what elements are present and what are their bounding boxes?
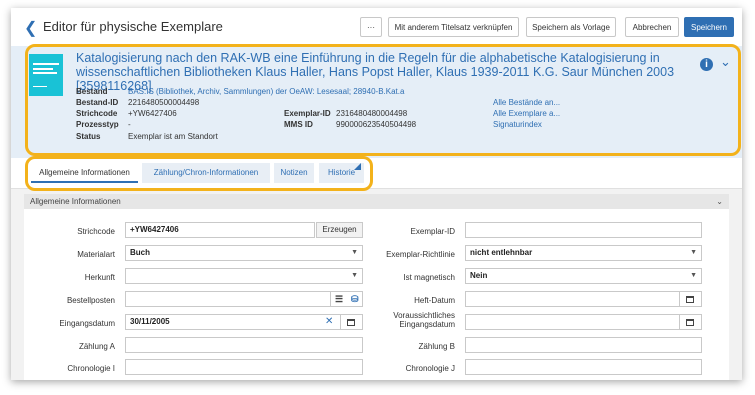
richtlinie-value: nicht entlehnbar [470, 248, 533, 257]
voraussichtliches-label: Voraussichtliches Eingangsdatum [371, 311, 455, 329]
signature-index-link[interactable]: Signaturindex [493, 120, 542, 129]
bestand-value-link[interactable]: BAS:IS (Bibliothek, Archiv, Sammlungen) … [128, 87, 404, 96]
zaehlung-b-label: Zählung B [418, 342, 455, 351]
save-as-template-button[interactable]: Speichern als Vorlage [526, 17, 616, 37]
strichcode-input[interactable]: +YW6427406 [125, 222, 315, 238]
dropdown-arrow-icon: ▼ [690, 249, 697, 256]
calendar-icon[interactable] [686, 296, 694, 303]
vorauss-label-line2: Eingangsdatum [399, 320, 455, 329]
chronologie-i-label: Chronologie I [67, 364, 115, 373]
zaehlung-a-label: Zählung A [78, 342, 115, 351]
more-actions-button[interactable]: ··· [360, 17, 382, 37]
materialart-select[interactable]: Buch ▼ [125, 245, 363, 261]
strichcode-label: Strichcode [76, 109, 118, 118]
cart-icon[interactable]: ⛁ [351, 292, 359, 306]
prozesstyp-value: - [128, 120, 131, 129]
bestand-label: Bestand [76, 87, 108, 96]
heft-datum-input[interactable] [465, 291, 702, 307]
chronologie-i-input[interactable] [125, 359, 363, 375]
back-arrow-icon[interactable]: ❮ [24, 18, 37, 38]
eingangsdatum-label: Eingangsdatum [59, 319, 115, 328]
strichcode-value: +YW6427406 [128, 109, 177, 118]
bestand-id-label: Bestand-ID [76, 98, 119, 107]
vorauss-label-line1: Voraussichtliches [393, 311, 455, 320]
exemplar-id-input[interactable] [465, 222, 702, 238]
section-header[interactable]: Allgemeine Informationen ⌄ [24, 194, 729, 209]
link-record-button[interactable]: Mit anderem Titelsatz verknüpfen [388, 17, 519, 37]
page-title: Editor für physische Exemplare [43, 19, 223, 34]
corner-marker-icon [354, 163, 361, 170]
dropdown-arrow-icon: ▼ [351, 272, 358, 279]
editor-window: ❮ Editor für physische Exemplare ··· Mit… [11, 8, 742, 380]
materialart-value: Buch [130, 248, 150, 257]
all-items-link[interactable]: Alle Exemplare a... [493, 109, 560, 118]
exemplar-id-label: Exemplar-ID [284, 109, 331, 118]
tab-general-info[interactable]: Allgemeine Informationen [31, 163, 138, 183]
strichcode-field-label: Strichcode [77, 227, 115, 236]
info-icon[interactable]: i [700, 58, 713, 71]
heft-datum-label: Heft-Datum [414, 296, 455, 305]
calendar-icon[interactable] [686, 319, 694, 326]
richtlinie-label: Exemplar-Richtlinie [386, 250, 455, 259]
herkunft-select[interactable]: ▼ [125, 268, 363, 284]
tab-enumeration-chronology[interactable]: Zählung/Chron-Informationen [142, 163, 270, 183]
zaehlung-a-input[interactable] [125, 337, 363, 353]
chronologie-j-input[interactable] [465, 359, 702, 375]
save-button[interactable]: Speichern [684, 17, 734, 37]
bestellposten-label: Bestellposten [66, 296, 115, 305]
calendar-icon[interactable] [347, 319, 355, 326]
magnetisch-value: Nein [470, 271, 488, 280]
mms-id-value: 990000623540504498 [336, 120, 417, 129]
mms-id-label: MMS ID [284, 120, 313, 129]
section-chevron-icon[interactable]: ⌄ [716, 194, 723, 209]
dropdown-arrow-icon: ▼ [690, 272, 697, 279]
bestand-id-value: 2216480500004498 [128, 98, 200, 107]
eingangsdatum-input[interactable]: 30/11/2005 ✕ [125, 314, 363, 330]
bestellposten-input[interactable]: ☰ ⛁ [125, 291, 363, 307]
eingangsdatum-value: 30/11/2005 [130, 317, 170, 326]
chronologie-j-label: Chronologie J [405, 364, 455, 373]
herkunft-label: Herkunft [84, 273, 115, 282]
materialart-label: Materialart [77, 250, 115, 259]
magnetisch-label: Ist magnetisch [403, 273, 455, 282]
clear-icon[interactable]: ✕ [325, 315, 333, 329]
all-holdings-link[interactable]: Alle Bestände an... [493, 98, 560, 107]
status-label: Status [76, 132, 101, 141]
strichcode-input-value: +YW6427406 [130, 225, 179, 234]
status-value: Exemplar ist am Standort [128, 132, 218, 141]
exemplar-id-field-label: Exemplar-ID [410, 227, 455, 236]
section-title: Allgemeine Informationen [30, 197, 121, 206]
tab-notes[interactable]: Notizen [274, 163, 314, 183]
magnetisch-select[interactable]: Nein ▼ [465, 268, 702, 284]
richtlinie-select[interactable]: nicht entlehnbar ▼ [465, 245, 702, 261]
list-icon[interactable]: ☰ [335, 292, 343, 306]
book-cover-thumbnail [29, 54, 63, 96]
cancel-button[interactable]: Abbrechen [625, 17, 679, 37]
prozesstyp-label: Prozesstyp [76, 120, 119, 129]
zaehlung-b-input[interactable] [465, 337, 702, 353]
voraussichtliches-input[interactable] [465, 314, 702, 330]
exemplar-id-value: 2316480480004498 [336, 109, 408, 118]
chevron-down-icon[interactable]: ⌄ [720, 54, 731, 70]
generate-button[interactable]: Erzeugen [316, 222, 363, 238]
dropdown-arrow-icon: ▼ [351, 249, 358, 256]
